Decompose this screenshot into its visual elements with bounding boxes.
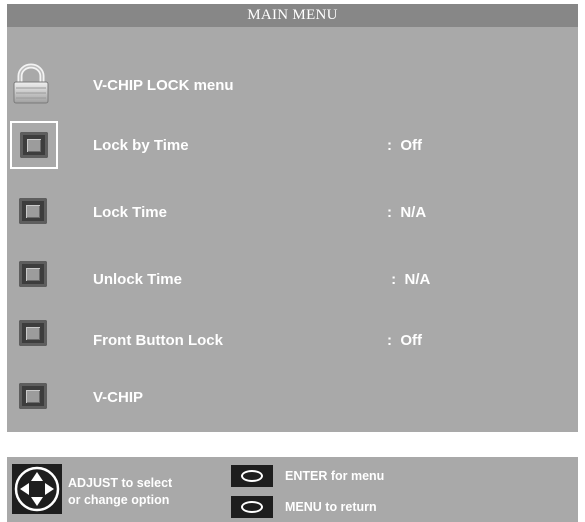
button-icon [19,383,49,413]
menu-item-value: : N/A [387,271,431,288]
selection-highlight [10,121,58,169]
menu-return-hint: MENU to return [285,500,377,514]
adjust-hint-line2: or change option [68,493,170,507]
menu-item-lock-by-time[interactable]: Lock by Time : Off [7,121,578,171]
menu-title: MAIN MENU [7,4,578,27]
menu-item-front-button-lock[interactable]: Front Button Lock : Off [7,316,578,366]
dpad-icon [12,464,62,514]
enter-hint: ENTER for menu [285,469,385,483]
adjust-hint-line1: ADJUST to select [68,476,173,490]
menu-item-label: Lock Time [93,204,167,221]
enter-button-icon [231,465,273,487]
menu-item-value: : Off [387,332,422,349]
button-icon [19,261,49,291]
menu-item-vchip-lock[interactable]: V-CHIP LOCK menu [7,61,578,111]
menu-item-value: : N/A [387,204,427,221]
menu-button-icon [231,496,273,518]
menu-item-label: Lock by Time [93,137,189,154]
button-icon [19,320,49,350]
menu-item-value: : Off [387,137,422,154]
menu-item-lock-time[interactable]: Lock Time : N/A [7,188,578,238]
menu-item-label: Front Button Lock [93,332,223,349]
button-icon [19,198,49,228]
menu-item-unlock-time[interactable]: Unlock Time : N/A [7,255,578,305]
padlock-icon [11,63,51,107]
help-footer: ADJUST to select or change option ENTER … [7,457,578,522]
menu-panel: V-CHIP LOCK menu Lock by Time : Off Lock… [7,27,578,432]
button-icon [20,132,48,158]
menu-item-vchip[interactable]: V-CHIP [7,373,578,423]
menu-item-label: V-CHIP [93,389,144,406]
menu-item-label: Unlock Time [93,271,182,288]
menu-item-label: V-CHIP LOCK menu [93,77,234,94]
